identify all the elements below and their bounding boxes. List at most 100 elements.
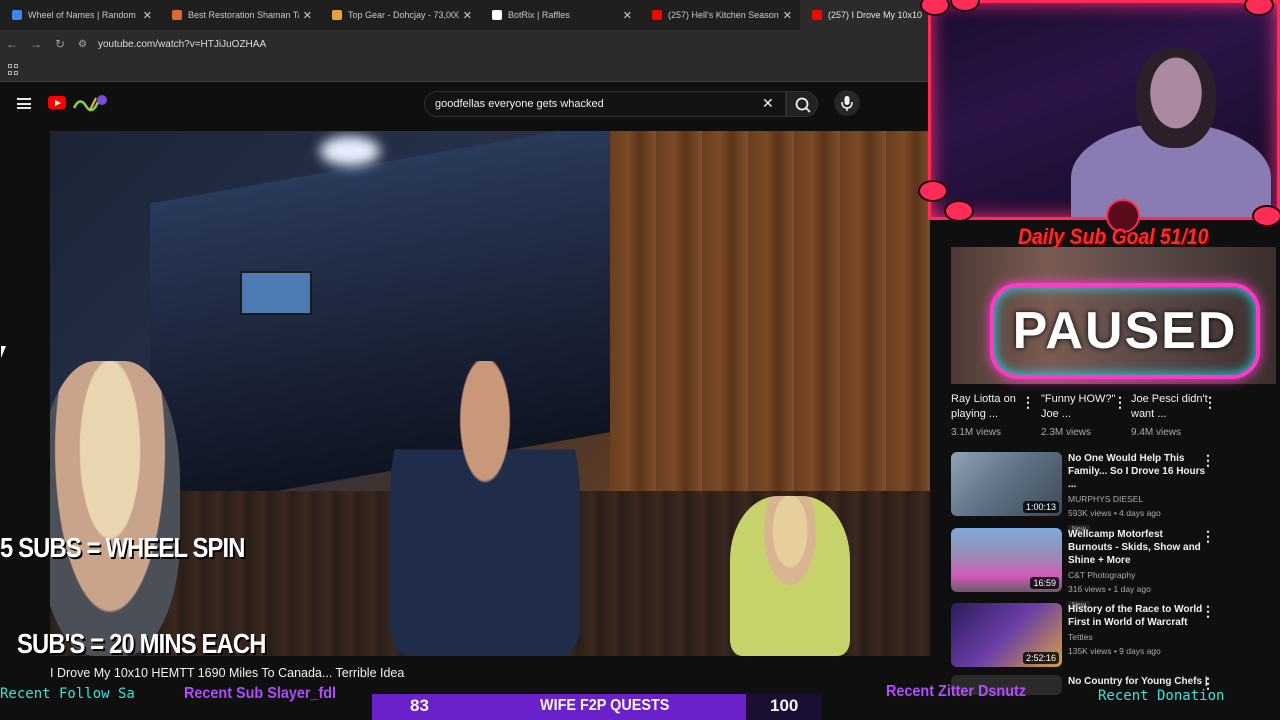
youtube-doodle-icon[interactable] <box>70 92 110 114</box>
clear-search-icon[interactable]: ✕ <box>762 95 774 112</box>
search-icon <box>795 97 811 113</box>
address-bar: ← → ↻ ⚙ youtube.com/watch?v=HTJiJuOZHAA <box>0 30 930 58</box>
tab-favicon-icon <box>172 10 182 20</box>
short-title: Joe Pesci didn't want ... <box>1131 393 1208 420</box>
webcam-overlay <box>928 0 1280 220</box>
video-duration: 2:52:16 <box>1022 652 1059 664</box>
search-query: goodfellas everyone gets whacked <box>435 98 604 110</box>
video-thumbnail: 2:52:16 <box>951 603 1062 667</box>
recommended-video[interactable]: 2:52:16 History of the Race to World Fir… <box>951 603 1271 673</box>
tab-label: BotRix | Raffles <box>508 10 570 20</box>
quest-goal-value: 100 <box>770 696 799 715</box>
short-views: 3.1M views <box>951 427 1002 438</box>
tab-close-icon[interactable]: ✕ <box>783 9 792 22</box>
video-meta: 593K views • 4 days ago <box>1068 508 1161 518</box>
tab-favicon-icon <box>492 10 502 20</box>
short-item[interactable]: "Funny HOW?" Joe ... 2.3M views <box>1041 392 1121 440</box>
tab-close-icon[interactable]: ✕ <box>303 9 312 22</box>
browser-tab[interactable]: Top Gear - Dohcjay - 73,000 D ✕ <box>320 0 480 30</box>
video-scene-light <box>320 136 380 166</box>
more-options-icon[interactable]: ⋮ <box>1113 394 1127 411</box>
browser-tab[interactable]: Best Restoration Shaman Talen ✕ <box>160 0 320 30</box>
recent-zitter-ticker: Recent Zitter Dsnutz <box>886 683 1027 700</box>
browser-tab-bar: Wheel of Names | Random nam ✕ Best Restor… <box>0 0 930 30</box>
apps-grid-icon[interactable] <box>8 64 19 75</box>
more-options-icon[interactable]: ⋮ <box>1021 394 1035 411</box>
url-field[interactable]: ⚙ youtube.com/watch?v=HTJiJuOZHAA <box>78 33 930 55</box>
youtube-header: goodfellas everyone gets whacked ✕ <box>0 82 930 126</box>
tab-close-icon[interactable]: ✕ <box>463 9 472 22</box>
screen: Wheel of Names | Random nam ✕ Best Restor… <box>0 0 1280 720</box>
recommended-video[interactable]: 16:59 Wellcamp Motorfest Burnouts - Skid… <box>951 528 1271 610</box>
channel-name[interactable]: Tettles <box>1068 632 1208 642</box>
tab-label: Wheel of Names | Random nam <box>28 10 139 20</box>
back-icon[interactable]: ← <box>0 37 24 51</box>
browser-tab[interactable]: BotRix | Raffles ✕ <box>480 0 640 30</box>
short-item[interactable]: Ray Liotta on playing ... 3.1M views <box>951 392 1031 440</box>
channel-name[interactable]: MURPHYS DIESEL <box>1068 494 1208 504</box>
video-title: History of the Race to World First in Wo… <box>1068 604 1203 628</box>
short-title: "Funny HOW?" Joe ... <box>1041 393 1116 420</box>
wheel-spin-overlay: 5 SUBS = WHEEL SPIN <box>0 532 245 563</box>
bookmarks-bar <box>0 58 930 82</box>
short-item[interactable]: Joe Pesci didn't want ... 9.4M views <box>1131 392 1211 440</box>
short-views: 2.3M views <box>1041 427 1092 438</box>
more-options-icon[interactable]: ⋮ <box>1201 452 1215 469</box>
video-duration: 1:00:13 <box>1022 501 1059 513</box>
short-title: Ray Liotta on playing ... <box>951 393 1016 420</box>
recommended-video[interactable]: 1:00:13 No One Would Help This Family...… <box>951 452 1271 534</box>
paused-overlay: PAUSED <box>990 283 1260 379</box>
video-player[interactable] <box>50 131 930 656</box>
short-views: 9.4M views <box>1131 427 1182 438</box>
tab-label: (257) I Drove My 10x10 H <box>828 10 922 20</box>
quest-current-value: 83 <box>410 696 429 715</box>
search-button[interactable] <box>786 91 818 117</box>
tab-favicon-icon <box>652 10 662 20</box>
sub-minutes-overlay: SUB'S = 20 MINS EACH <box>17 628 266 659</box>
browser-tab-active[interactable]: (257) I Drove My 10x10 H <box>800 0 930 30</box>
browser-tab[interactable]: (257) Hell's Kitchen Season 18 ✕ <box>640 0 800 30</box>
more-options-icon[interactable]: ⋮ <box>1201 528 1215 545</box>
video-thumbnail: 16:59 <box>951 528 1062 592</box>
video-scene-woman <box>390 361 580 656</box>
quest-label: WIFE F2P QUESTS <box>540 697 670 714</box>
search-input[interactable]: goodfellas everyone gets whacked <box>424 91 786 117</box>
video-meta: 135K views • 9 days ago <box>1068 646 1161 656</box>
menu-icon[interactable] <box>17 98 31 109</box>
video-meta: 316 views • 1 day ago <box>1068 584 1151 594</box>
video-title: I Drove My 10x10 HEMTT 1690 Miles To Can… <box>50 666 405 680</box>
video-scene-child-right <box>730 496 850 656</box>
reload-icon[interactable]: ↻ <box>48 37 72 51</box>
video-scene-tv <box>240 271 312 315</box>
video-title: No One Would Help This Family... So I Dr… <box>1068 453 1206 490</box>
tab-label: Best Restoration Shaman Talen <box>188 10 299 20</box>
channel-name[interactable]: C&T Photography <box>1068 570 1208 580</box>
forward-icon[interactable]: → <box>24 37 48 51</box>
recent-sub-ticker: Recent Sub Slayer_fdl <box>184 685 337 702</box>
tab-close-icon[interactable]: ✕ <box>623 9 632 22</box>
tab-close-icon[interactable]: ✕ <box>143 9 152 22</box>
tab-favicon-icon <box>12 10 22 20</box>
recent-donation-ticker: Recent Donation <box>1098 688 1225 704</box>
tab-label: Top Gear - Dohcjay - 73,000 D <box>348 10 459 20</box>
recent-follow-ticker: Recent Follow Sa <box>0 686 135 702</box>
tab-favicon-icon <box>332 10 342 20</box>
site-info-icon[interactable]: ⚙ <box>78 39 94 50</box>
cloud-decoration-icon <box>944 200 974 222</box>
voice-search-button[interactable] <box>834 90 860 116</box>
video-scene-child-left <box>50 361 180 656</box>
video-thumbnail: 1:00:13 <box>951 452 1062 516</box>
tab-favicon-icon <box>812 10 822 20</box>
browser-tab[interactable]: Wheel of Names | Random nam ✕ <box>0 0 160 30</box>
tab-label: (257) Hell's Kitchen Season 18 <box>668 10 779 20</box>
video-title: Wellcamp Motorfest Burnouts - Skids, Sho… <box>1068 529 1201 566</box>
cloud-decoration-icon <box>1252 205 1280 227</box>
more-options-icon[interactable]: ⋮ <box>1201 603 1215 620</box>
mouse-cursor-icon <box>1 346 6 358</box>
cloud-decoration-icon <box>918 180 948 202</box>
more-options-icon[interactable]: ⋮ <box>1203 394 1217 411</box>
youtube-logo-icon[interactable] <box>48 96 66 109</box>
video-duration: 16:59 <box>1030 577 1059 589</box>
microphone-icon <box>841 96 853 111</box>
url-text: youtube.com/watch?v=HTJiJuOZHAA <box>98 38 267 50</box>
